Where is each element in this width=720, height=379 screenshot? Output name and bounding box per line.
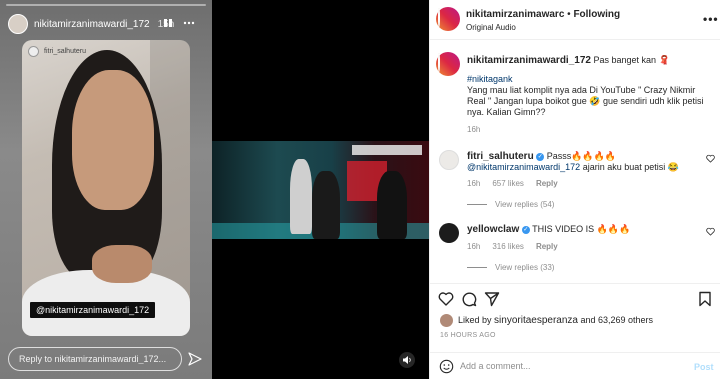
story-shared-post[interactable]: fitri_salhuteru xyxy=(22,40,190,336)
comment-avatar[interactable] xyxy=(439,223,459,243)
story-reply-input[interactable] xyxy=(8,347,182,371)
person-face xyxy=(72,70,154,210)
person-hand xyxy=(92,245,152,283)
emoji-icon[interactable] xyxy=(439,359,454,374)
author-username[interactable]: nikitamirzanimawarc xyxy=(466,9,564,20)
story-username[interactable]: nikitamirzanimawardi_172 xyxy=(34,19,150,30)
verified-badge-icon: ✓ xyxy=(536,152,545,161)
comment-reply-button[interactable]: Reply xyxy=(536,242,558,251)
caption-avatar[interactable] xyxy=(436,52,460,76)
comment-meta: 16h 316 likes Reply xyxy=(467,242,558,251)
comment-meta: 16h 657 likes Reply xyxy=(467,179,558,188)
video-scene-person xyxy=(290,159,312,234)
caption-username[interactable]: nikitamirzanimawardi_172 xyxy=(467,55,591,66)
view-replies-button[interactable]: View replies (33) xyxy=(467,263,554,272)
comment-icon[interactable] xyxy=(461,291,477,307)
shared-post-avatar xyxy=(28,46,39,57)
video-scene-person xyxy=(377,171,407,239)
video-panel[interactable] xyxy=(212,0,429,379)
post-comment-button[interactable]: Post xyxy=(694,362,714,372)
story-header: nikitamirzanimawardi_172 15h xyxy=(8,14,195,34)
comment-mention[interactable]: @nikitamirzanimawardi_172 xyxy=(467,162,580,172)
verified-badge-icon: ✓ xyxy=(521,225,530,234)
post-timestamp[interactable]: 16 HOURS AGO xyxy=(440,332,496,339)
view-replies-button[interactable]: View replies (54) xyxy=(467,200,554,209)
heart-icon[interactable] xyxy=(706,154,715,163)
following-button[interactable]: Following xyxy=(573,9,620,20)
comment-text: THIS VIDEO IS 🔥🔥🔥 xyxy=(532,224,631,234)
caption-time: 16h xyxy=(467,125,481,134)
pause-icon[interactable] xyxy=(163,18,173,28)
more-options-icon[interactable] xyxy=(183,18,195,28)
view-replies-line xyxy=(467,204,487,205)
post-header: nikitamirzanimawarc • Following Original… xyxy=(430,0,720,40)
comment-text: Passs🔥🔥🔥🔥 xyxy=(546,151,617,161)
caption-text: Pas banget kan 🧣 xyxy=(593,55,670,65)
liked-by-suffix[interactable]: and 63,269 others xyxy=(581,315,654,325)
add-comment-bar: Post xyxy=(430,352,720,379)
comment-reply-button[interactable]: Reply xyxy=(536,179,558,188)
video-scene-sign xyxy=(352,145,422,155)
liked-by-username[interactable]: sinyoritaesperanza xyxy=(494,315,578,326)
caption-body: Yang mau liat komplit nya ada Di YouTube… xyxy=(467,85,704,117)
story-panel: nikitamirzanimawardi_172 15h fitri_salhu… xyxy=(0,0,212,379)
liked-by: Liked by sinyoritaesperanza and 63,269 o… xyxy=(440,314,653,327)
send-icon[interactable] xyxy=(188,352,202,366)
author-avatar[interactable] xyxy=(436,7,460,31)
comment-avatar[interactable] xyxy=(439,150,459,170)
story-controls xyxy=(163,18,195,28)
audio-label[interactable]: Original Audio xyxy=(466,22,620,34)
save-bookmark-icon[interactable] xyxy=(698,291,712,307)
story-progress-bar xyxy=(6,4,206,6)
story-mention-sticker[interactable]: @nikitamirzanimawardi_172 xyxy=(30,302,156,318)
caption-hashtag[interactable]: #nikitagank xyxy=(467,74,712,85)
heart-icon[interactable] xyxy=(706,227,715,236)
action-bar xyxy=(430,283,720,313)
story-avatar[interactable] xyxy=(8,14,28,34)
like-heart-icon[interactable] xyxy=(438,291,454,307)
share-icon[interactable] xyxy=(484,291,500,307)
liked-by-avatar[interactable] xyxy=(440,314,453,327)
more-options-icon[interactable]: ••• xyxy=(703,12,719,26)
view-replies-label[interactable]: View replies (33) xyxy=(495,263,554,272)
comment-time: 16h xyxy=(467,179,481,188)
comment-likes[interactable]: 316 likes xyxy=(492,242,524,251)
post-panel: nikitamirzanimawarc • Following Original… xyxy=(429,0,720,379)
view-replies-label[interactable]: View replies (54) xyxy=(495,200,554,209)
shared-post-header: fitri_salhuteru xyxy=(28,46,86,57)
view-replies-line xyxy=(467,267,487,268)
liked-by-prefix: Liked by xyxy=(458,315,492,325)
add-comment-input[interactable] xyxy=(460,357,680,375)
comment-likes[interactable]: 657 likes xyxy=(492,179,524,188)
video-frame[interactable] xyxy=(212,141,429,239)
comment-username[interactable]: yellowclaw xyxy=(467,224,519,235)
comment-text-2: ajarin aku buat petisi 😂 xyxy=(582,162,679,172)
comment-time: 16h xyxy=(467,242,481,251)
shared-post-username: fitri_salhuteru xyxy=(44,48,87,55)
volume-icon[interactable] xyxy=(399,352,415,368)
comment-username[interactable]: fitri_salhuteru xyxy=(467,151,534,162)
video-scene-person xyxy=(312,171,340,239)
